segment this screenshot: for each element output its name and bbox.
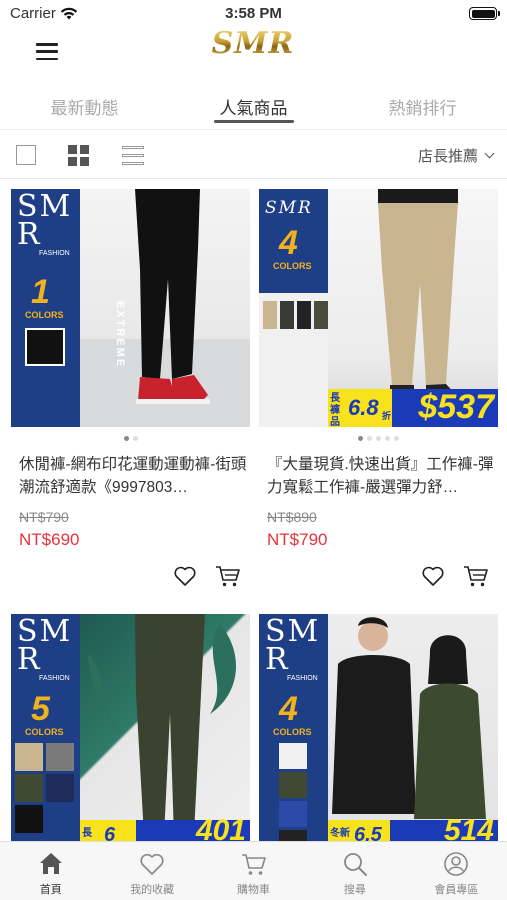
- product-title[interactable]: 休閒褲-網布印花運動運動褲-街頭潮流舒適款《9997803…: [19, 453, 247, 499]
- swatch: [25, 328, 65, 366]
- nav-member-label: 會員專區: [434, 884, 479, 896]
- list-view-icon[interactable]: [122, 146, 144, 165]
- promo-colors-count: 4: [279, 690, 298, 728]
- price-tag-category: 冬新: [330, 828, 350, 839]
- promo-panel: SM R FASHION 4 COLORS: [259, 614, 328, 841]
- original-price: NT$790: [19, 509, 69, 525]
- product-image[interactable]: SM R FASHION 4 COLORS 冬新 6.5 514: [259, 614, 498, 841]
- price-tag-amount: 401: [195, 814, 246, 841]
- swatch-row: [263, 301, 328, 329]
- battery-icon: [469, 7, 500, 20]
- sale-price: NT$690: [19, 530, 80, 549]
- price-tag-discount: 6: [104, 824, 116, 841]
- promo-panel: SMR 4 COLORS: [259, 189, 328, 293]
- photo-scene: [80, 614, 250, 841]
- tab-bestsellers[interactable]: 熱銷排行: [338, 84, 507, 129]
- product-image[interactable]: SM R FASHION 1 COLORS EXTREME: [11, 189, 250, 427]
- user-icon: [444, 852, 469, 876]
- price-tag-amount: 514: [443, 814, 494, 841]
- print-text: EXTREME: [114, 301, 126, 369]
- nav-favorites[interactable]: 我的收藏: [101, 842, 202, 900]
- heart-icon: [140, 853, 164, 875]
- product-card[interactable]: SM R FASHION 4 COLORS 冬新 6.5 514: [259, 614, 498, 841]
- price-tag-badge: 冬新 6.5: [328, 820, 390, 841]
- nav-cart[interactable]: 購物車: [203, 842, 304, 900]
- home-icon: [39, 853, 62, 874]
- category-tabs: 最新動態 人氣商品 熱銷排行: [0, 84, 507, 130]
- price-tag-badge: 長褲品 6.8 折: [328, 389, 392, 427]
- price-tag-category: 長: [82, 828, 92, 839]
- image-pager: [259, 436, 498, 441]
- promo-colors-label: COLORS: [273, 261, 312, 271]
- grid-view-icon[interactable]: [68, 145, 89, 166]
- cart-icon: [241, 854, 266, 875]
- image-pager: [11, 436, 250, 441]
- nav-favorites-label: 我的收藏: [130, 884, 175, 896]
- heart-icon[interactable]: [173, 564, 197, 588]
- promo-brand: SM R: [17, 189, 73, 252]
- cart-icon[interactable]: [463, 564, 489, 588]
- product-card[interactable]: SM R FASHION 1 COLORS EXTREME 休閒褲-網布印花運動…: [11, 189, 250, 599]
- promo-colors-label: COLORS: [273, 727, 312, 737]
- promo-colors-label: COLORS: [25, 310, 64, 320]
- promo-colors-count: 5: [31, 690, 50, 728]
- view-toolbar: 店長推薦: [0, 131, 507, 179]
- swatch-column: [279, 743, 328, 841]
- nav-search[interactable]: 搜尋: [304, 842, 405, 900]
- nav-search-label: 搜尋: [343, 884, 366, 896]
- product-image[interactable]: SMR 4 COLORS 長褲品 6.8 折 $537: [259, 189, 498, 427]
- tab-popular[interactable]: 人氣商品: [169, 84, 338, 129]
- nav-member[interactable]: 會員專區: [406, 842, 507, 900]
- swatch-grid: [15, 743, 80, 833]
- bottom-nav: 首頁 我的收藏 購物車 搜尋 會員專區: [0, 841, 507, 900]
- single-view-icon[interactable]: [16, 145, 36, 165]
- pants-illustration: [88, 614, 237, 836]
- cart-icon[interactable]: [215, 564, 241, 588]
- nav-home-label: 首頁: [39, 884, 62, 896]
- menu-icon[interactable]: [36, 43, 58, 60]
- price-tag-badge: 長 6: [80, 820, 136, 841]
- photo-scene: EXTREME: [80, 189, 250, 427]
- price-tag-category: 長褲品: [330, 393, 340, 427]
- promo-panel: SM R FASHION 1 COLORS: [11, 189, 80, 427]
- promo-colors-label: COLORS: [25, 727, 64, 737]
- sort-dropdown[interactable]: 店長推薦: [417, 145, 495, 166]
- search-icon: [344, 853, 367, 876]
- heart-icon[interactable]: [421, 564, 445, 588]
- product-title[interactable]: 『大量現貨.快速出貨』工作褲-彈力寬鬆工作褲-嚴選彈力舒…: [267, 453, 495, 499]
- status-bar: Carrier 3:58 PM: [0, 0, 507, 26]
- pants-illustration: [80, 189, 250, 427]
- brand-logo: SMR: [200, 26, 306, 61]
- nav-cart-label: 購物車: [237, 884, 271, 896]
- price-tag-discount: 6.8: [348, 395, 379, 420]
- product-image[interactable]: SM R FASHION 5 COLORS 長 6 401: [11, 614, 250, 841]
- original-price: NT$890: [267, 509, 317, 525]
- photo-scene: [328, 614, 498, 841]
- promo-brand: SM R: [17, 614, 73, 677]
- nav-home[interactable]: 首頁: [0, 842, 101, 900]
- price-tag-discount: 6.5: [354, 824, 382, 841]
- promo-colors-count: 1: [31, 273, 50, 311]
- promo-brand: SMR: [265, 198, 313, 218]
- sale-price: NT$790: [267, 530, 328, 549]
- clock: 3:58 PM: [225, 5, 282, 22]
- tab-latest[interactable]: 最新動態: [0, 84, 169, 129]
- product-card[interactable]: SMR 4 COLORS 長褲品 6.8 折 $537 『大量現貨.快速出貨』工: [259, 189, 498, 599]
- models-illustration: [332, 617, 486, 819]
- promo-brand: SM R: [265, 614, 321, 677]
- price-tag-amount: $537: [418, 388, 494, 426]
- product-card[interactable]: SM R FASHION 5 COLORS 長 6 401: [11, 614, 250, 841]
- chevron-down-icon: [484, 148, 495, 159]
- sort-label: 店長推薦: [417, 148, 478, 165]
- promo-colors-count: 4: [279, 224, 298, 262]
- app-header: SMR: [0, 26, 507, 78]
- promo-panel: SM R FASHION 5 COLORS: [11, 614, 80, 841]
- price-tag-unit: 折: [382, 411, 392, 421]
